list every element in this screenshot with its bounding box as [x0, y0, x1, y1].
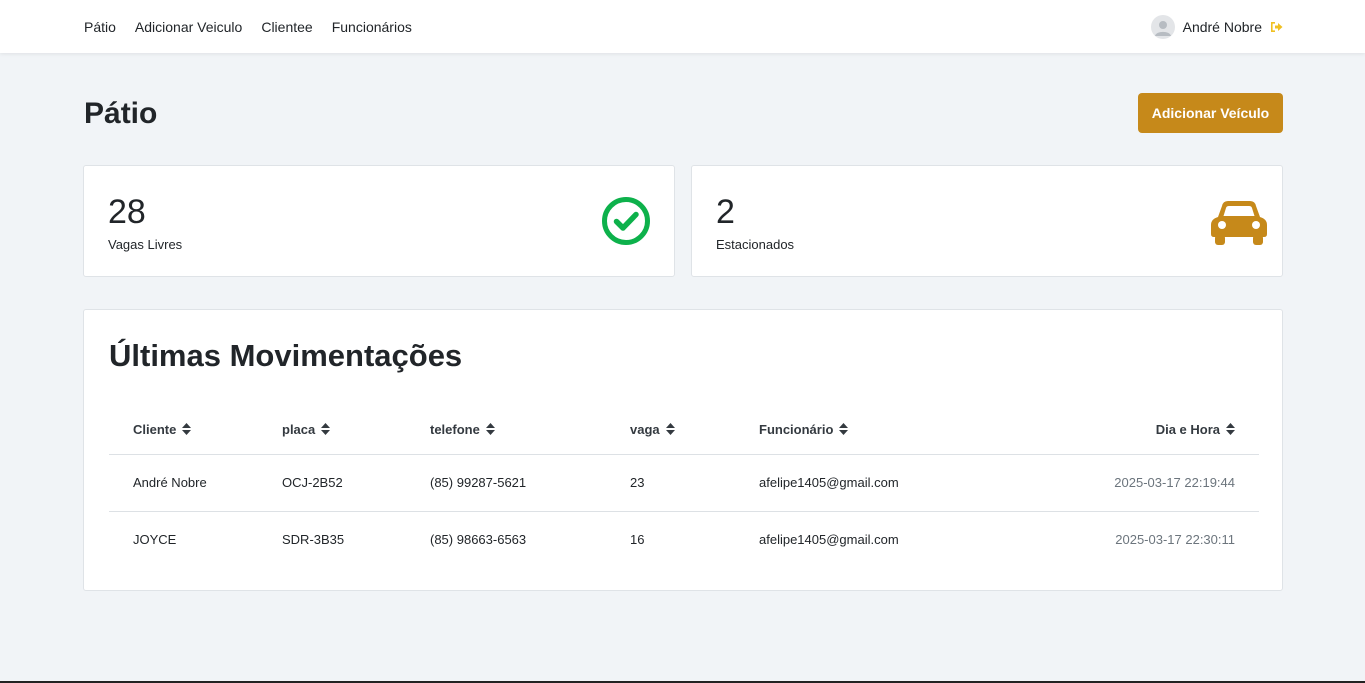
cell-cliente: JOYCE	[133, 532, 177, 548]
nav-link-patio[interactable]: Pátio	[84, 19, 116, 35]
sort-icon[interactable]	[321, 423, 331, 438]
nav-link-adicionar-veiculo[interactable]: Adicionar Veiculo	[135, 19, 242, 35]
nav-links: Pátio Adicionar Veiculo Clientee Funcion…	[84, 0, 431, 53]
section-title: Últimas Movimentações	[109, 338, 463, 373]
table-row: André Nobre OCJ-2B52 (85) 99287-5621 23 …	[109, 454, 1259, 512]
nav-link-clientes[interactable]: Clientee	[261, 19, 312, 35]
stat-value: 28	[108, 193, 146, 231]
check-circle-icon	[602, 197, 650, 250]
column-header-funcionario[interactable]: Funcionário	[759, 407, 1019, 455]
column-header-dia-e-hora[interactable]: Dia e Hora	[1019, 407, 1259, 455]
stat-value: 2	[716, 193, 735, 231]
sort-icon[interactable]	[1226, 423, 1235, 438]
movements-card: Últimas Movimentações Cliente placa tele…	[83, 309, 1283, 591]
cell-funcionario: afelipe1405@gmail.com	[759, 532, 899, 548]
cell-cliente: André Nobre	[109, 454, 282, 512]
car-icon	[1210, 200, 1268, 251]
page-title: Pátio	[84, 97, 158, 130]
cell-funcionario: afelipe1405@gmail.com	[759, 454, 1019, 512]
cell-telefone: (85) 99287-5621	[430, 454, 630, 512]
table-row: JOYCE SDR-3B35 (85) 98663-6563 16 afelip…	[109, 511, 1259, 568]
column-header-vaga[interactable]: vaga	[630, 407, 759, 455]
column-header-placa[interactable]: placa	[282, 407, 430, 455]
stat-card-vagas-livres: 28 Vagas Livres	[83, 165, 675, 277]
cell-dia-e-hora: 2025-03-17 22:30:11	[1115, 532, 1235, 548]
table-header-row: Cliente placa telefone vaga Funcionário …	[109, 407, 1259, 455]
cell-placa: OCJ-2B52	[282, 454, 430, 512]
sort-icon[interactable]	[485, 423, 495, 438]
user-menu: André Nobre	[1150, 0, 1283, 53]
stat-label: Estacionados	[716, 237, 795, 252]
user-icon	[1154, 20, 1171, 36]
column-header-cliente[interactable]: Cliente	[109, 407, 282, 455]
sort-icon[interactable]	[665, 423, 675, 438]
user-name: André Nobre	[1182, 18, 1262, 35]
logout-icon[interactable]	[1270, 20, 1283, 33]
cell-placa: SDR-3B35	[282, 532, 345, 548]
cell-vaga: 23	[630, 454, 759, 512]
nav-link-funcionarios[interactable]: Funcionários	[332, 19, 412, 35]
stat-card-estacionados: 2 Estacionados	[691, 165, 1283, 277]
add-vehicle-button[interactable]: Adicionar Veículo	[1138, 93, 1283, 133]
cell-telefone: (85) 98663-6563	[430, 532, 527, 548]
cell-dia-e-hora: 2025-03-17 22:19:44	[1019, 454, 1259, 512]
top-navbar: Pátio Adicionar Veiculo Clientee Funcion…	[0, 0, 1365, 53]
sort-icon[interactable]	[182, 423, 192, 438]
cell-vaga: 16	[630, 532, 645, 548]
stat-label: Vagas Livres	[108, 237, 183, 252]
sort-icon[interactable]	[839, 423, 849, 438]
movements-table: Cliente placa telefone vaga Funcionário …	[109, 407, 1259, 568]
column-header-telefone[interactable]: telefone	[430, 407, 630, 455]
avatar[interactable]	[1150, 14, 1175, 39]
